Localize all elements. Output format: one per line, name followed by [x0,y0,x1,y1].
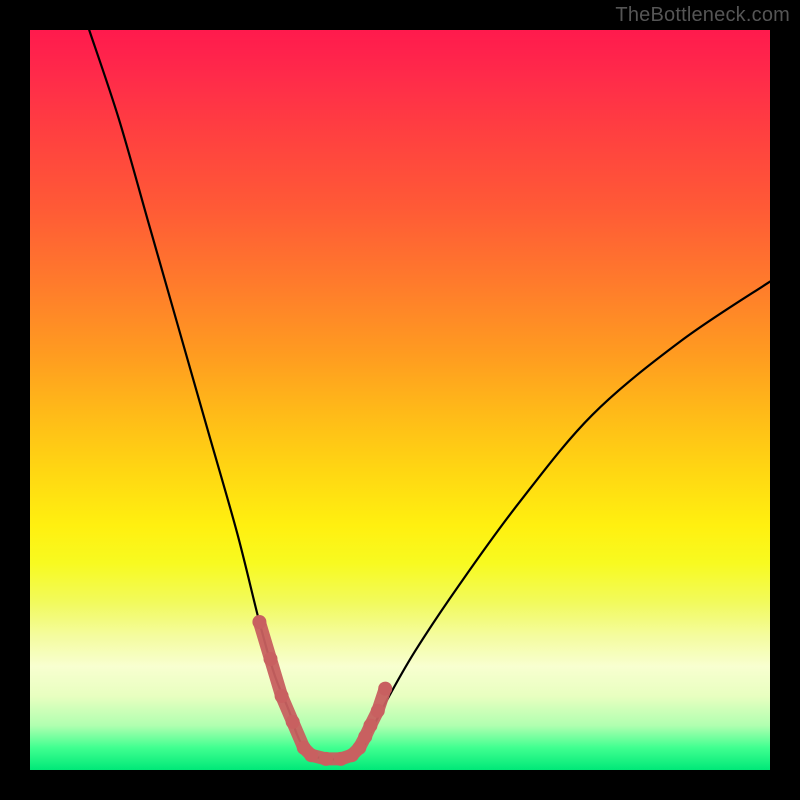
highlight-band [252,615,392,766]
plot-area [30,30,770,770]
chart-frame: TheBottleneck.com [0,0,800,800]
curve-layer [30,30,770,770]
bottleneck-curve [89,30,770,759]
watermark-text: TheBottleneck.com [615,4,790,27]
